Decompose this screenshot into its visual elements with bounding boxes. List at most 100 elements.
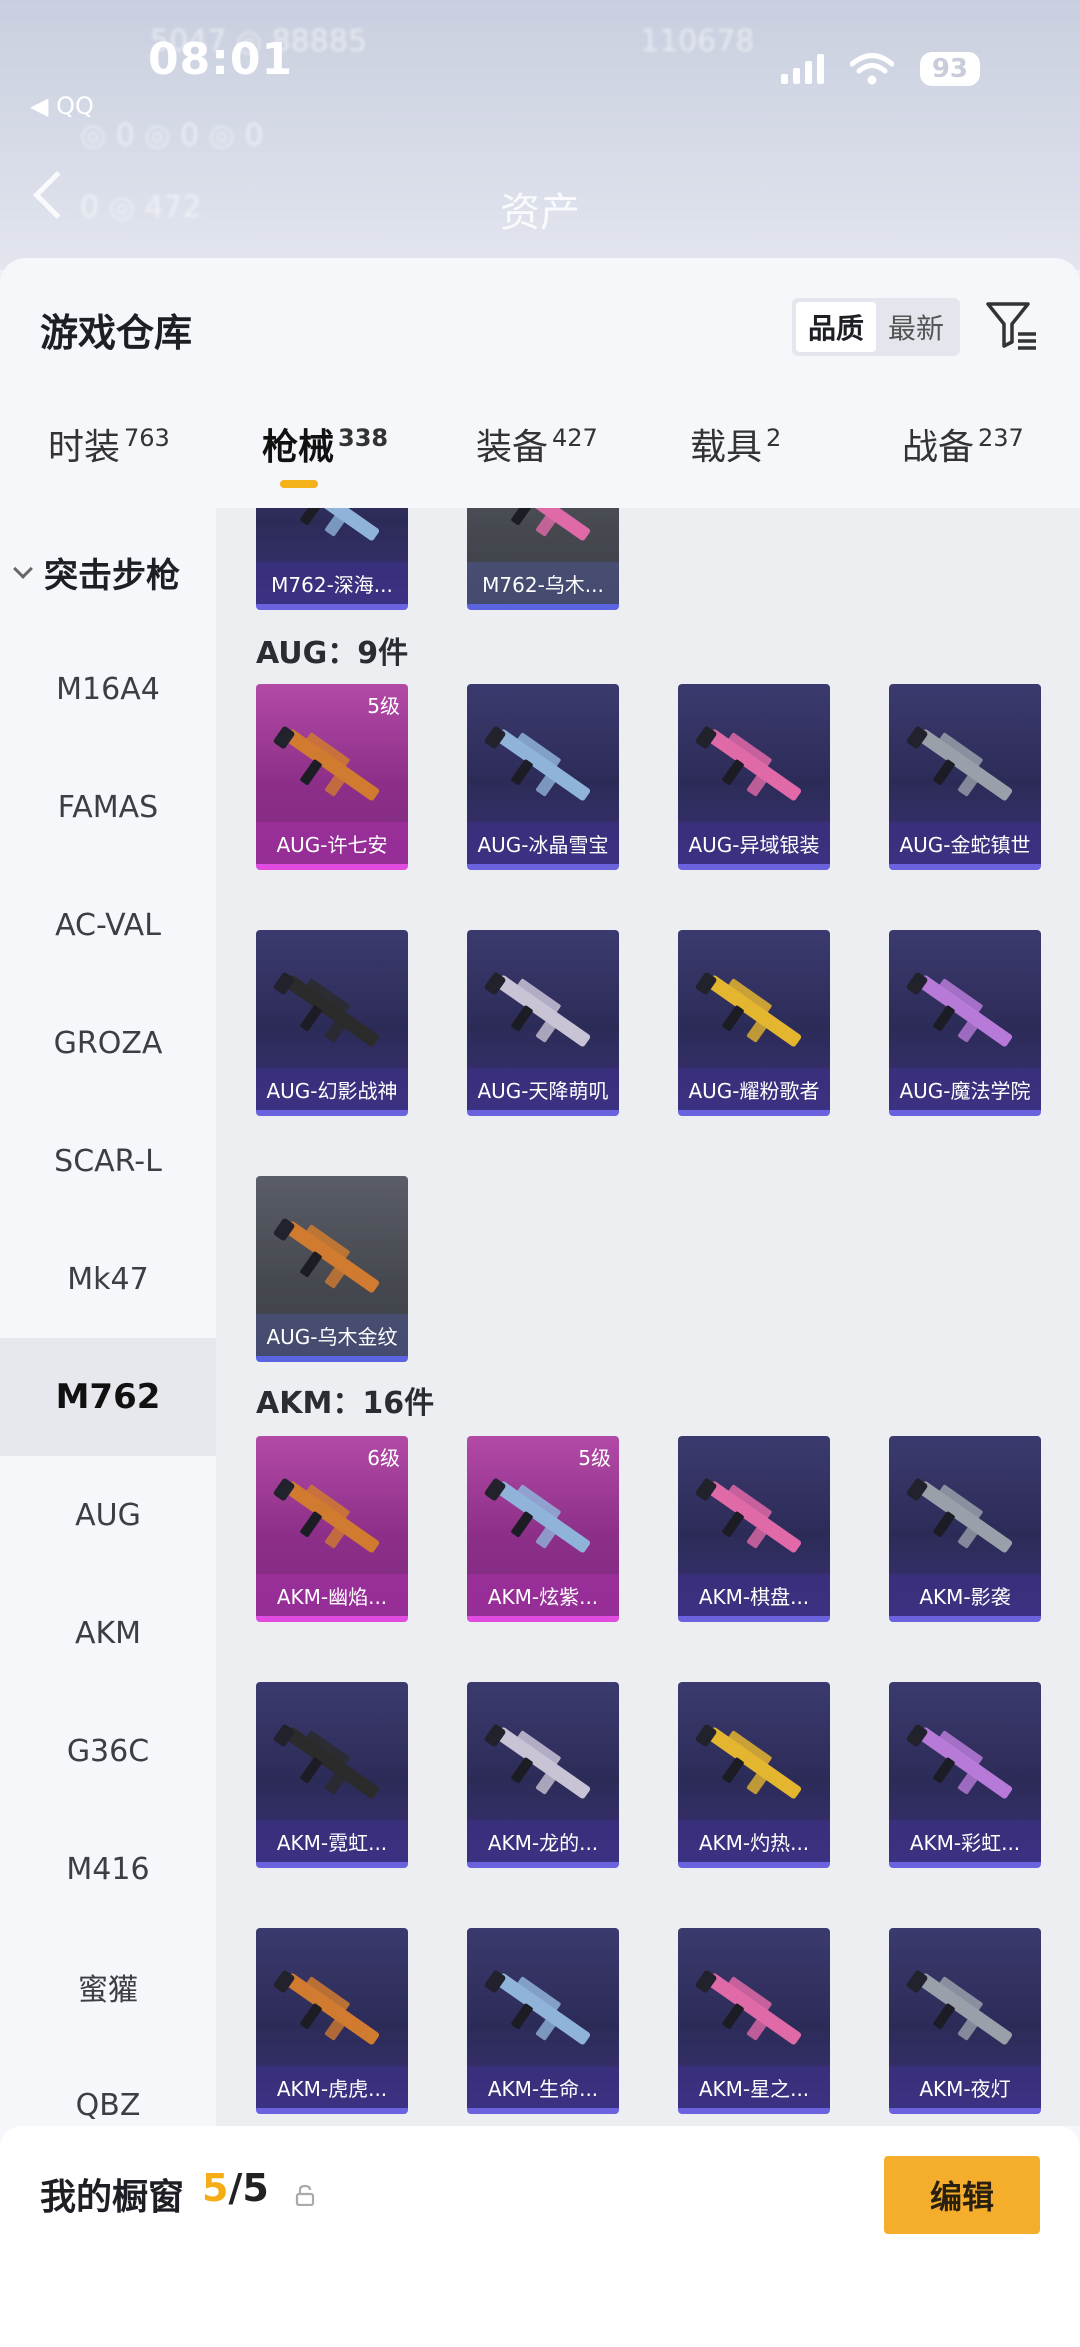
weapon-skin-image: [484, 1970, 591, 2045]
sidebar-item-m416[interactable]: M416: [0, 1810, 216, 1928]
akm-skin-card[interactable]: AKM-虎虎...: [256, 1928, 408, 2114]
skin-name: AUG-许七安: [256, 822, 408, 864]
weapon-skin-image: [695, 1478, 802, 1553]
akm-skin-card[interactable]: 5级 AKM-炫紫...: [467, 1436, 619, 1622]
akm-skin-card[interactable]: AKM-夜灯: [889, 1928, 1041, 2114]
skin-name: AKM-棋盘...: [678, 1574, 830, 1616]
back-to-qq-link[interactable]: ◀ QQ: [30, 92, 94, 120]
skin-name: AKM-灼热...: [678, 1820, 830, 1862]
sidebar-item-ac-val[interactable]: AC-VAL: [0, 866, 216, 984]
weapon-skin-image: [906, 1478, 1013, 1553]
weapon-skin-image: [273, 1724, 380, 1799]
weapon-skin-image: [484, 972, 591, 1047]
skin-name: AKM-影袭: [889, 1574, 1041, 1616]
weapon-skin-image: [284, 508, 380, 541]
akm-skin-card[interactable]: AKM-星之...: [678, 1928, 830, 2114]
tab-firearms[interactable]: 枪械 338: [262, 418, 388, 470]
showcase-count: 5/5: [202, 2166, 269, 2210]
weapon-skin-image: [695, 1970, 802, 2045]
aug-skin-card[interactable]: AUG-乌木金纹: [256, 1176, 408, 1362]
showcase-bar: 我的橱窗 5/5 编辑: [0, 2126, 1080, 2347]
akm-skin-card[interactable]: AKM-灼热...: [678, 1682, 830, 1868]
skin-name: AKM-虎虎...: [256, 2066, 408, 2108]
aug-skin-card[interactable]: AUG-冰晶雪宝: [467, 684, 619, 870]
weapon-skin-image: [906, 1724, 1013, 1799]
sidebar-item-akm[interactable]: AKM: [0, 1574, 216, 1692]
sidebar-group-label: 突击步枪: [44, 556, 180, 596]
akm-skin-card[interactable]: AKM-彩虹...: [889, 1682, 1041, 1868]
battery-indicator: 93: [919, 52, 980, 86]
tab-vehicles[interactable]: 载具 2: [690, 418, 781, 470]
m762-skin-card[interactable]: M762-深海...: [256, 508, 408, 610]
skin-name: AKM-龙的...: [467, 1820, 619, 1862]
weapon-skin-image: [273, 726, 380, 801]
weapon-skin-image: [695, 726, 802, 801]
tab-supplies[interactable]: 战备 237: [902, 418, 1024, 470]
filter-icon[interactable]: [984, 300, 1040, 352]
sidebar-item-honey-badger[interactable]: 蜜獾: [0, 1928, 216, 2046]
sort-newest-button[interactable]: 最新: [876, 302, 956, 352]
sidebar-item-m16a4[interactable]: M16A4: [0, 630, 216, 748]
warehouse-sheet: 游戏仓库 品质 最新 时装 763 枪械 338 装备 427 载具 2 战备 237 突…: [0, 258, 1080, 2347]
sort-quality-button[interactable]: 品质: [796, 302, 876, 352]
blurred-stat: 110678: [640, 24, 755, 59]
tab-equipment[interactable]: 装备 427: [476, 418, 598, 470]
aug-skin-card[interactable]: AUG-魔法学院: [889, 930, 1041, 1116]
skin-name: AUG-异域银装: [678, 822, 830, 864]
weapon-skin-image: [695, 1724, 802, 1799]
sidebar-item-aug[interactable]: AUG: [0, 1456, 216, 1574]
category-tabs: 时装 763 枪械 338 装备 427 载具 2 战备 237: [0, 418, 1080, 508]
status-icons: 93: [780, 52, 980, 86]
sidebar-item-g36c[interactable]: G36C: [0, 1692, 216, 1810]
skin-name: AKM-霓虹...: [256, 1820, 408, 1862]
skin-name: AUG-天降萌叽: [467, 1068, 619, 1110]
level-badge: 6级: [367, 1446, 400, 1470]
weapon-skin-image: [484, 1724, 591, 1799]
sidebar-group-assault-rifles[interactable]: 突击步枪: [13, 548, 180, 597]
level-badge: 5级: [578, 1446, 611, 1470]
aug-skin-card[interactable]: AUG-耀粉歌者: [678, 930, 830, 1116]
sheet-title: 游戏仓库: [40, 311, 193, 355]
aug-skin-card[interactable]: AUG-幻影战神: [256, 930, 408, 1116]
back-arrow-icon[interactable]: [32, 170, 82, 220]
weapon-skin-image: [273, 1478, 380, 1553]
chevron-down-icon: [13, 558, 33, 579]
section-title-aug: AUG：9件: [256, 636, 409, 671]
aug-skin-card[interactable]: 5级 AUG-许七安: [256, 684, 408, 870]
tab-fashion[interactable]: 时装 763: [48, 418, 170, 470]
aug-skin-card[interactable]: AUG-天降萌叽: [467, 930, 619, 1116]
skin-name: AKM-夜灯: [889, 2066, 1041, 2108]
skin-name: AUG-耀粉歌者: [678, 1068, 830, 1110]
signal-icon: [780, 54, 824, 84]
sidebar-item-scar-l[interactable]: SCAR-L: [0, 1102, 216, 1220]
showcase-title: 我的橱窗: [40, 2177, 185, 2218]
edit-button[interactable]: 编辑: [884, 2156, 1040, 2234]
top-background: 5047 ◎ 88885 110678 ◎ 0 ◎ 0 ◎ 0 0 ◎ 472 …: [0, 0, 1080, 270]
sidebar-item-m762[interactable]: M762: [0, 1338, 216, 1456]
skin-name: M762-乌木...: [467, 562, 619, 604]
wifi-icon: [849, 53, 894, 85]
skin-name: AUG-冰晶雪宝: [467, 822, 619, 864]
showcase-count-total: /5: [228, 2166, 269, 2210]
lock-icon: [295, 2184, 315, 2206]
skin-name: AUG-幻影战神: [256, 1068, 408, 1110]
weapon-skin-image: [484, 1478, 591, 1553]
sort-toggle: 品质 最新: [792, 298, 960, 356]
akm-skin-card[interactable]: AKM-霓虹...: [256, 1682, 408, 1868]
akm-skin-card[interactable]: 6级 AKM-幽焰...: [256, 1436, 408, 1622]
skin-name: AKM-幽焰...: [256, 1574, 408, 1616]
akm-skin-card[interactable]: AKM-影袭: [889, 1436, 1041, 1622]
akm-skin-card[interactable]: AKM-棋盘...: [678, 1436, 830, 1622]
akm-skin-card[interactable]: AKM-龙的...: [467, 1682, 619, 1868]
sidebar-item-famas[interactable]: FAMAS: [0, 748, 216, 866]
blurred-stat: 0 ◎ 472: [80, 190, 202, 225]
sidebar-item-mk47[interactable]: Mk47: [0, 1220, 216, 1338]
showcase-count-current: 5: [202, 2166, 229, 2210]
weapon-skin-image: [695, 972, 802, 1047]
weapon-skin-image: [906, 972, 1013, 1047]
aug-skin-card[interactable]: AUG-金蛇镇世: [889, 684, 1041, 870]
akm-skin-card[interactable]: AKM-生命...: [467, 1928, 619, 2114]
m762-skin-card[interactable]: M762-乌木...: [467, 508, 619, 610]
aug-skin-card[interactable]: AUG-异域银装: [678, 684, 830, 870]
sidebar-item-groza[interactable]: GROZA: [0, 984, 216, 1102]
